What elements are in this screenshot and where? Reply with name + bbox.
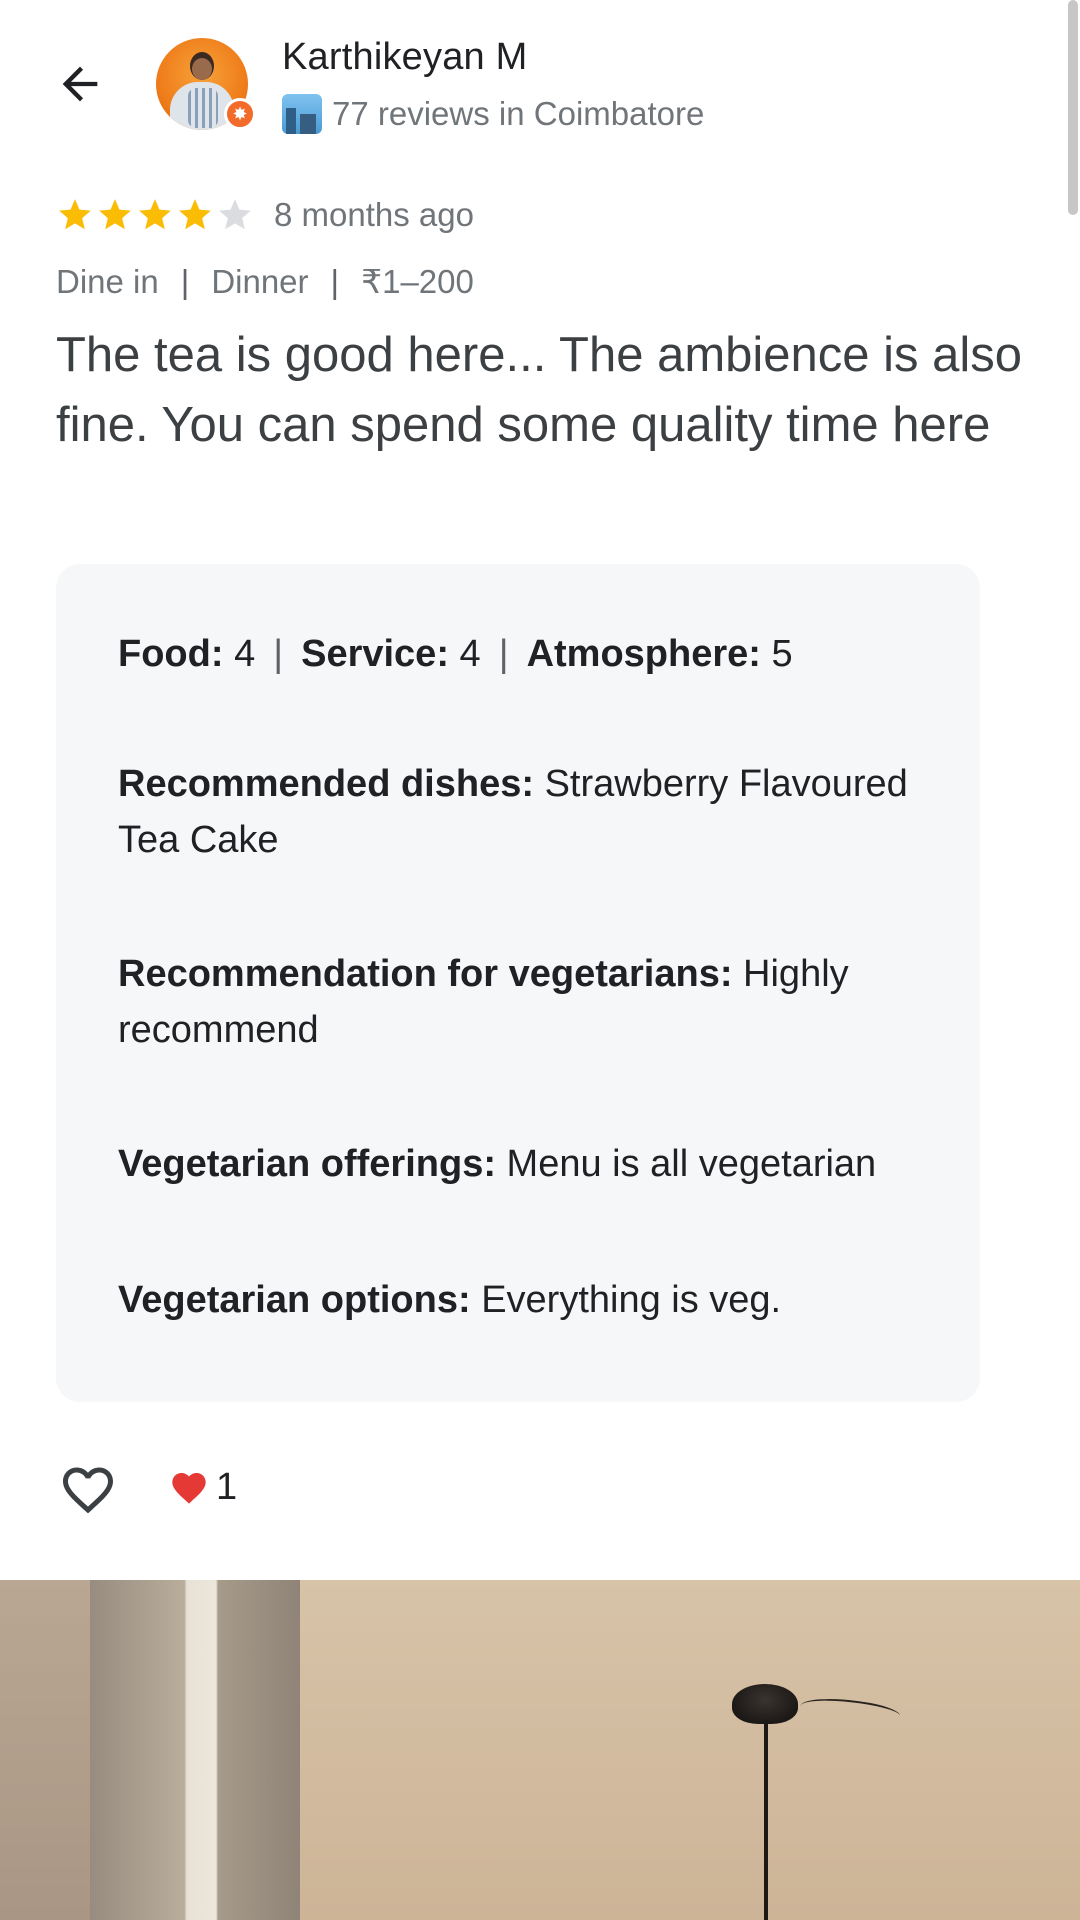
service-label: Service: — [301, 633, 449, 675]
food-value: 4 — [234, 633, 256, 675]
star-filled-icon — [139, 199, 171, 230]
veg-options: Vegetarian options: Everything is veg. — [118, 1272, 918, 1328]
veg-recommendation: Recommendation for vegetarians: Highly r… — [118, 946, 918, 1058]
reviewer-avatar-container[interactable]: ✸ — [156, 38, 256, 130]
reviewer-name[interactable]: Karthikeyan M — [282, 36, 527, 79]
tag-price: ₹1–200 — [361, 263, 474, 300]
reaction-summary[interactable]: 1 — [168, 1466, 237, 1509]
veg-offerings: Vegetarian offerings: Menu is all vegeta… — [118, 1136, 918, 1192]
red-heart-icon — [172, 1472, 206, 1504]
scrollbar[interactable] — [1068, 0, 1080, 1580]
review-detail-page: ✸ Karthikeyan M 77 reviews in Coimbatore… — [0, 0, 1080, 1920]
star-filled-icon — [59, 199, 91, 230]
atmosphere-label: Atmosphere: — [526, 633, 761, 675]
separator: | — [273, 633, 284, 675]
veg-offerings-label: Vegetarian offerings: — [118, 1143, 496, 1185]
heart-outline-icon — [63, 1467, 113, 1514]
tag-separator: | — [180, 262, 190, 300]
tag-meal-type: Dinner — [211, 262, 309, 300]
veg-recommendation-label: Recommendation for vegetarians: — [118, 953, 733, 995]
star-filled-icon — [179, 199, 211, 230]
recommended-dishes: Recommended dishes: Strawberry Flavoured… — [118, 756, 918, 868]
review-photo[interactable] — [0, 1580, 1080, 1920]
review-text: The tea is good here... The ambience is … — [56, 328, 1023, 452]
separator: | — [498, 633, 509, 675]
recommended-dishes-label: Recommended dishes: — [118, 763, 534, 805]
scrollbar-thumb[interactable] — [1068, 0, 1078, 215]
back-button[interactable] — [48, 52, 112, 116]
reviewer-meta: 77 reviews in Coimbatore — [282, 94, 704, 134]
atmosphere-value: 5 — [771, 633, 793, 675]
reaction-count: 1 — [216, 1466, 238, 1508]
star-filled-icon — [99, 199, 131, 230]
arrow-left-icon — [62, 66, 98, 102]
star-empty-icon — [219, 199, 251, 230]
veg-options-label: Vegetarian options: — [118, 1279, 471, 1321]
tag-separator: | — [330, 262, 340, 300]
like-button[interactable] — [56, 1460, 120, 1520]
veg-options-value: Everything is veg. — [481, 1279, 782, 1321]
service-value: 4 — [459, 633, 481, 675]
rating-row: 8 months ago — [56, 196, 474, 234]
tag-service-type: Dine in — [56, 262, 159, 300]
ratings-breakdown: Food: 4 | Service: 4 | Atmosphere: 5 — [118, 626, 918, 682]
reviewer-meta-text: 77 reviews in Coimbatore — [332, 95, 705, 132]
review-details-card: Food: 4 | Service: 4 | Atmosphere: 5 Recomme… — [56, 564, 980, 1402]
review-time: 8 months ago — [274, 196, 474, 233]
cityscape-emoji-icon — [282, 94, 322, 134]
veg-offerings-value: Menu is all vegetarian — [506, 1143, 877, 1185]
food-label: Food: — [118, 633, 224, 675]
review-tags: Dine in | Dinner | ₹1–200 — [56, 262, 474, 301]
local-guide-badge-icon: ✸ — [224, 98, 256, 130]
